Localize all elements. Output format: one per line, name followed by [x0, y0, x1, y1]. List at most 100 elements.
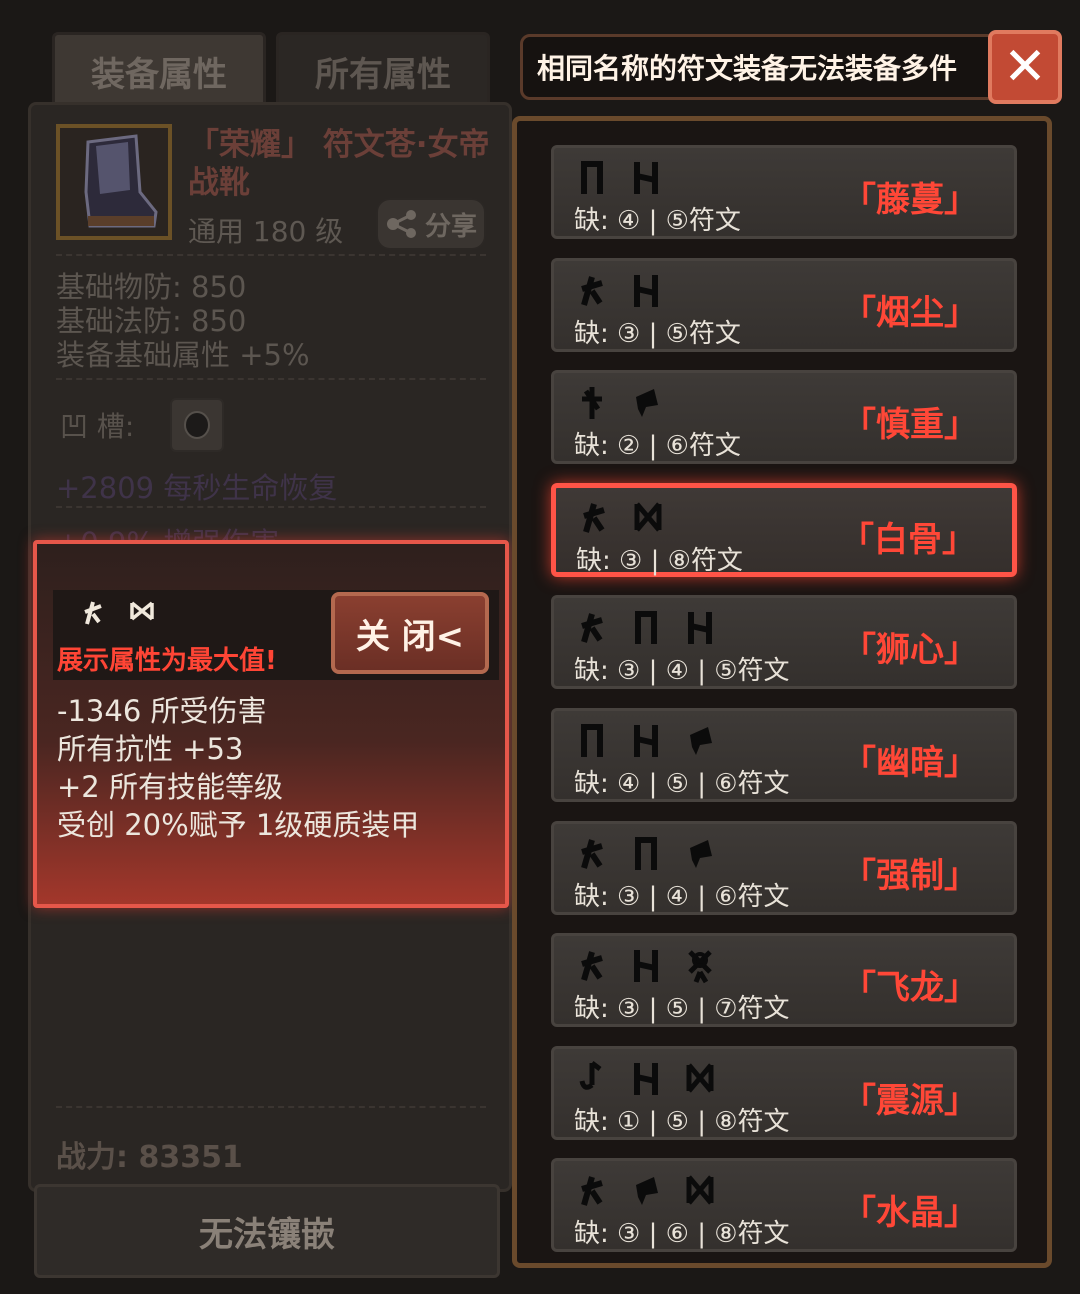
missing-runes: 缺: ④ | ⑤符文 — [574, 206, 741, 236]
share-icon — [386, 210, 416, 238]
missing-runes: 缺: ③ | ⑤ | ⑦符文 — [574, 994, 790, 1025]
stat-base-bonus: 装备基础属性 +5% — [56, 338, 310, 372]
rune-1-icon — [579, 1060, 602, 1090]
popup-stat-skill-level: +2 所有技能等级 — [57, 770, 283, 804]
runeword-name: 「震源」 — [842, 1080, 978, 1121]
missing-runes: 缺: ③ | ④ | ⑥符文 — [574, 881, 790, 912]
divider — [56, 506, 486, 508]
runeword-card[interactable]: 缺: ③ | ⑥ | ⑧符文 「水晶」 — [551, 1158, 1017, 1253]
embed-button[interactable]: 无法镶嵌 — [34, 1184, 500, 1278]
rune-5-icon — [634, 1062, 658, 1095]
popup-close-button[interactable]: 关 闭< — [331, 592, 489, 674]
popup-rune-icons — [81, 600, 155, 626]
socket-slot[interactable] — [170, 398, 224, 452]
runeword-card[interactable]: 缺: ④ | ⑤符文 「藤蔓」 — [551, 145, 1017, 239]
stat-life-regen: +2809 每秒生命恢复 — [56, 471, 338, 505]
rune-icons — [578, 836, 714, 872]
runeword-name: 「飞龙」 — [842, 968, 978, 1009]
missing-runes: 缺: ③ | ⑧符文 — [576, 545, 743, 576]
rune-3-icon — [581, 951, 603, 982]
rune-3-icon — [581, 1176, 603, 1207]
rune-7-icon — [688, 950, 712, 984]
rune-3-icon — [581, 275, 603, 306]
rune-6-icon — [636, 1177, 658, 1206]
runeword-card[interactable]: 缺: ① | ⑤ | ⑧符文 「震源」 — [551, 1045, 1017, 1140]
rune-4-icon — [635, 611, 657, 645]
rune-5-icon — [634, 725, 658, 757]
missing-runes: 缺: ③ | ⑤符文 — [574, 318, 741, 349]
rune-4-icon — [581, 724, 603, 757]
rune-icons — [578, 948, 714, 984]
runeword-name: 「慎重」 — [842, 405, 978, 446]
boot-icon — [84, 134, 158, 228]
runeword-card[interactable]: 缺: ③ | ⑤符文 「烟尘」 — [551, 257, 1017, 352]
divider — [56, 378, 486, 380]
missing-runes: 缺: ② | ⑥符文 — [574, 431, 741, 462]
runeword-name: 「幽暗」 — [842, 743, 978, 783]
share-label: 分享 — [424, 211, 477, 242]
runeword-list: 缺: ④ | ⑤符文 「藤蔓」缺: ③ | ⑤符文 「烟尘」缺: ② | ⑥符文 「慎… — [512, 116, 1052, 1268]
rune-icons — [578, 1173, 714, 1209]
rune-3-icon — [581, 613, 603, 644]
rune-3-icon — [84, 601, 102, 625]
runeword-card[interactable]: 缺: ④ | ⑤ | ⑥符文 「幽暗」 — [551, 708, 1017, 802]
socket-gem-icon — [184, 411, 210, 439]
close-panel-button[interactable]: ✕ — [988, 30, 1062, 104]
missing-runes: 缺: ③ | ⑥ | ⑧符文 — [574, 1219, 790, 1250]
rune-8-icon — [686, 1175, 714, 1206]
warning-banner: 相同名称的符文装备无法装备多件 — [520, 34, 1000, 100]
rune-icons — [578, 610, 714, 646]
runeword-card[interactable]: 缺: ③ | ④ | ⑥符文 「强制」 — [551, 820, 1017, 915]
rune-5-icon — [688, 612, 712, 645]
missing-runes: 缺: ④ | ⑤ | ⑥符文 — [574, 769, 790, 799]
rune-5-icon — [634, 274, 658, 307]
rune-icons — [580, 500, 662, 536]
rune-3-icon — [583, 502, 605, 533]
max-value-notice: 展示属性为最大值! — [57, 646, 277, 676]
runeword-name: 「强制」 — [842, 855, 978, 896]
rune-2-icon — [582, 387, 602, 420]
divider — [56, 254, 486, 256]
rune-icons — [578, 1060, 714, 1097]
item-type-level: 通用 180 级 — [188, 215, 344, 248]
item-icon-frame[interactable] — [56, 124, 172, 240]
rune-4-icon — [635, 836, 657, 870]
tab-equip-attributes[interactable]: 装备属性 — [52, 32, 266, 110]
runeword-name: 「藤蔓」 — [842, 180, 978, 220]
popup-stat-all-resist: 所有抗性 +53 — [57, 732, 244, 766]
rune-6-icon — [690, 839, 712, 868]
tab-all-attributes[interactable]: 所有属性 — [276, 32, 490, 110]
rune-8-icon — [130, 601, 154, 621]
rune-5-icon — [634, 950, 658, 983]
runeword-detail-popup: 展示属性为最大值! 关 闭< -1346 所受伤害 所有抗性 +53 +2 所有… — [33, 540, 509, 908]
divider — [56, 1106, 486, 1108]
rune-8-icon — [634, 502, 662, 532]
runeword-name: 「狮心」 — [842, 630, 978, 671]
rune-5-icon — [634, 162, 658, 194]
rune-3-icon — [581, 838, 603, 869]
rune-icons — [578, 723, 714, 759]
rune-6-icon — [636, 389, 658, 418]
missing-runes: 缺: ① | ⑤ | ⑧符文 — [574, 1106, 790, 1137]
combat-power: 战力: 83351 — [56, 1140, 243, 1175]
runeword-name: 「烟尘」 — [842, 292, 978, 333]
popup-stat-damage-taken: -1346 所受伤害 — [57, 694, 267, 728]
close-icon: ✕ — [1003, 37, 1047, 97]
runeword-card[interactable]: 缺: ② | ⑥符文 「慎重」 — [551, 370, 1017, 465]
runeword-card[interactable]: 缺: ③ | ⑤ | ⑦符文 「飞龙」 — [551, 933, 1017, 1028]
socket-label: 凹 槽: — [60, 410, 135, 443]
rune-4-icon — [581, 161, 603, 194]
rune-icons — [578, 273, 660, 309]
share-button[interactable]: 分享 — [376, 198, 486, 250]
runeword-name: 「白骨」 — [840, 519, 976, 560]
runeword-card[interactable]: 缺: ③ | ④ | ⑤符文 「狮心」 — [551, 595, 1017, 690]
rune-icons — [578, 385, 660, 421]
rune-6-icon — [690, 727, 712, 755]
runeword-name: 「水晶」 — [842, 1193, 978, 1234]
rune-icons — [578, 160, 660, 196]
item-name: 「荣耀」 符文苍·女帝战靴 — [188, 127, 490, 201]
runeword-card[interactable]: 缺: ③ | ⑧符文 「白骨」 — [551, 482, 1017, 577]
missing-runes: 缺: ③ | ④ | ⑤符文 — [574, 656, 790, 687]
popup-stat-armor-proc: 受创 20%赋予 1级硬质装甲 — [57, 808, 420, 842]
rune-8-icon — [686, 1063, 714, 1093]
